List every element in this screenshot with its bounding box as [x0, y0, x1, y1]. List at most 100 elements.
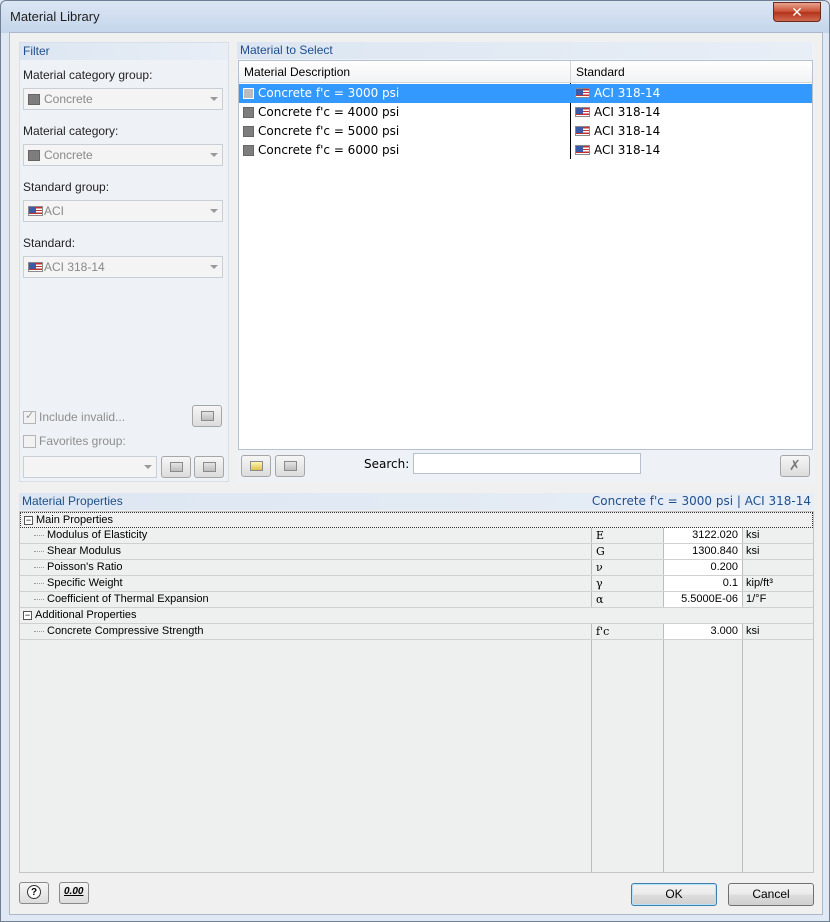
- new-material-icon: [250, 461, 263, 471]
- header-divider: [570, 61, 571, 83]
- close-button[interactable]: ✕: [773, 2, 821, 22]
- property-name: Modulus of Elasticity: [47, 529, 148, 541]
- collapse-icon[interactable]: −: [23, 611, 32, 620]
- standard-value: ACI 318-14: [44, 260, 105, 274]
- property-row[interactable]: Modulus of Elasticity E 3122.020 ksi: [20, 528, 813, 544]
- group-row-additional[interactable]: − Additional Properties: [20, 608, 813, 624]
- concrete-swatch-icon: [243, 107, 254, 118]
- property-value[interactable]: 5.5000E-06: [664, 592, 742, 607]
- material-standard: ACI 318-14: [594, 86, 661, 100]
- help-button[interactable]: ?: [19, 882, 49, 904]
- category-combo[interactable]: Concrete: [23, 144, 223, 166]
- favorites-group-combo[interactable]: [23, 456, 157, 478]
- material-description: Concrete f'c = 3000 psi: [258, 86, 400, 100]
- material-info-icon: [201, 411, 214, 421]
- standard-combo[interactable]: ACI 318-14: [23, 256, 223, 278]
- category-group-value: Concrete: [44, 92, 93, 106]
- property-unit: kip/ft³: [746, 577, 773, 589]
- property-row[interactable]: Coefficient of Thermal Expansion α 5.500…: [20, 592, 813, 608]
- units-button[interactable]: 0.00: [59, 882, 89, 904]
- collapse-icon[interactable]: −: [24, 516, 33, 525]
- edit-folder-icon: [203, 462, 216, 472]
- chevron-down-icon: [210, 209, 218, 213]
- chevron-down-icon: [210, 265, 218, 269]
- material-standard: ACI 318-14: [594, 105, 661, 119]
- standard-group-value: ACI: [44, 204, 65, 218]
- concrete-swatch-icon: [243, 126, 254, 137]
- decimal-places-icon: 0.00: [64, 886, 84, 897]
- property-symbol: α: [596, 593, 604, 606]
- properties-selection-info: Concrete f'c = 3000 psi | ACI 318-14: [591, 494, 811, 508]
- us-flag-icon: [575, 107, 590, 117]
- us-flag-icon: [575, 145, 590, 155]
- property-value[interactable]: 0.1: [664, 576, 742, 591]
- filter-panel: Filter Material category group: Concrete…: [19, 42, 229, 482]
- chevron-down-icon: [210, 153, 218, 157]
- favorites-group-checkbox[interactable]: [23, 435, 36, 448]
- chevron-down-icon: [144, 465, 152, 469]
- col-standard-header[interactable]: Standard: [576, 65, 625, 79]
- property-row[interactable]: Specific Weight γ 0.1 kip/ft³: [20, 576, 813, 592]
- new-favorites-group-button[interactable]: [161, 456, 191, 478]
- property-value[interactable]: 3.000: [664, 624, 742, 639]
- window-title: Material Library: [10, 9, 100, 24]
- list-item[interactable]: Concrete f'c = 6000 psi ACI 318-14: [239, 141, 812, 160]
- col-description-header[interactable]: Material Description: [244, 65, 350, 79]
- property-row[interactable]: Concrete Compressive Strength f'c 3.000 …: [20, 624, 813, 640]
- dialog-client: Filter Material category group: Concrete…: [9, 32, 823, 915]
- us-flag-icon: [28, 262, 43, 272]
- category-label: Material category:: [23, 124, 119, 138]
- list-item[interactable]: Concrete f'c = 4000 psi ACI 318-14: [239, 103, 812, 122]
- group-row-main[interactable]: − Main Properties: [20, 512, 813, 528]
- material-info-icon: [284, 461, 297, 471]
- property-value[interactable]: 1300.840: [664, 544, 742, 559]
- filter-header: Filter: [20, 43, 228, 60]
- category-group-combo[interactable]: Concrete: [23, 88, 223, 110]
- edit-favorites-group-button[interactable]: [194, 456, 224, 478]
- property-name: Specific Weight: [47, 577, 123, 589]
- list-item[interactable]: Concrete f'c = 3000 psi ACI 318-14: [239, 84, 812, 103]
- property-unit: 1/°F: [746, 593, 767, 605]
- concrete-swatch-icon: [243, 88, 254, 99]
- category-group-label: Material category group:: [23, 68, 153, 82]
- tree-connector: [34, 583, 44, 584]
- property-value[interactable]: 0.200: [664, 560, 742, 575]
- material-list[interactable]: Material Description Standard Concrete f…: [238, 60, 813, 450]
- property-name: Coefficient of Thermal Expansion: [47, 593, 209, 605]
- material-info-button[interactable]: [275, 455, 305, 477]
- material-description: Concrete f'c = 6000 psi: [258, 143, 400, 157]
- category-value: Concrete: [44, 148, 93, 162]
- check-icon: ✓: [25, 410, 35, 422]
- tree-connector: [34, 535, 44, 536]
- property-symbol: ν: [596, 561, 603, 574]
- property-unit: ksi: [746, 529, 760, 541]
- property-unit: ksi: [746, 545, 760, 557]
- group-label: Main Properties: [36, 514, 114, 526]
- material-standard: ACI 318-14: [594, 124, 661, 138]
- properties-header-bar: Material Properties Concrete f'c = 3000 …: [19, 493, 814, 510]
- property-name: Shear Modulus: [47, 545, 121, 557]
- us-flag-icon: [28, 206, 43, 216]
- new-material-button[interactable]: [241, 455, 271, 477]
- property-symbol: E: [596, 529, 605, 542]
- cancel-button[interactable]: Cancel: [728, 883, 814, 906]
- clear-search-button[interactable]: ✗: [780, 455, 810, 477]
- concrete-swatch-icon: [243, 145, 254, 156]
- property-row[interactable]: Shear Modulus G 1300.840 ksi: [20, 544, 813, 560]
- standard-group-combo[interactable]: ACI: [23, 200, 223, 222]
- properties-header: Material Properties: [22, 494, 123, 508]
- us-flag-icon: [575, 88, 590, 98]
- property-symbol: G: [596, 545, 605, 558]
- list-item[interactable]: Concrete f'c = 5000 psi ACI 318-14: [239, 122, 812, 141]
- group-label: Additional Properties: [35, 609, 137, 621]
- ok-button[interactable]: OK: [631, 883, 717, 906]
- property-name: Poisson's Ratio: [47, 561, 123, 573]
- search-input[interactable]: [413, 453, 641, 474]
- tree-connector: [34, 567, 44, 568]
- property-value[interactable]: 3122.020: [664, 528, 742, 543]
- standard-label: Standard:: [23, 236, 76, 250]
- invalid-info-button[interactable]: [192, 405, 222, 427]
- property-row[interactable]: Poisson's Ratio ν 0.200: [20, 560, 813, 576]
- tree-connector: [34, 599, 44, 600]
- include-invalid-checkbox[interactable]: ✓: [23, 410, 36, 424]
